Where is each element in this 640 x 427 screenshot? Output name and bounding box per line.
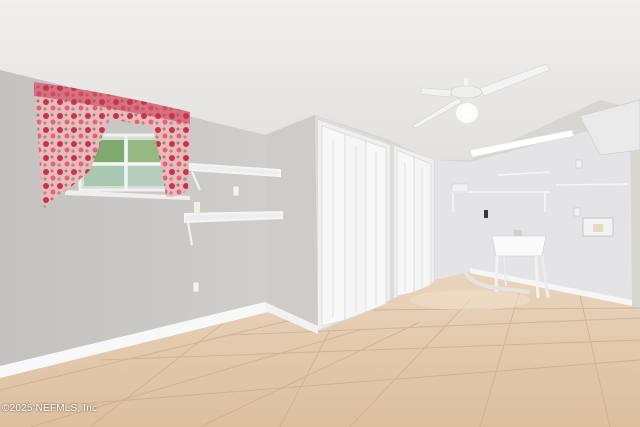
closet-right [394,146,434,298]
wall-outlet-right-3 [575,159,583,169]
shelf-box [451,183,469,193]
closet-left [318,120,390,330]
room-scene [0,0,640,427]
shelf-item [194,202,200,214]
dryer-vent-opening [593,224,603,232]
copyright-watermark: ©2025 NEFMLS, Inc [2,403,98,414]
middle-wall [265,115,318,332]
wall-outlet-right-2 [573,207,581,217]
floor-reflection [410,290,530,310]
light-switch [232,185,240,197]
wall-outlet-right [484,210,488,218]
room-photo: ©2025 NEFMLS, Inc [0,0,640,427]
wall-outlet [192,281,200,293]
